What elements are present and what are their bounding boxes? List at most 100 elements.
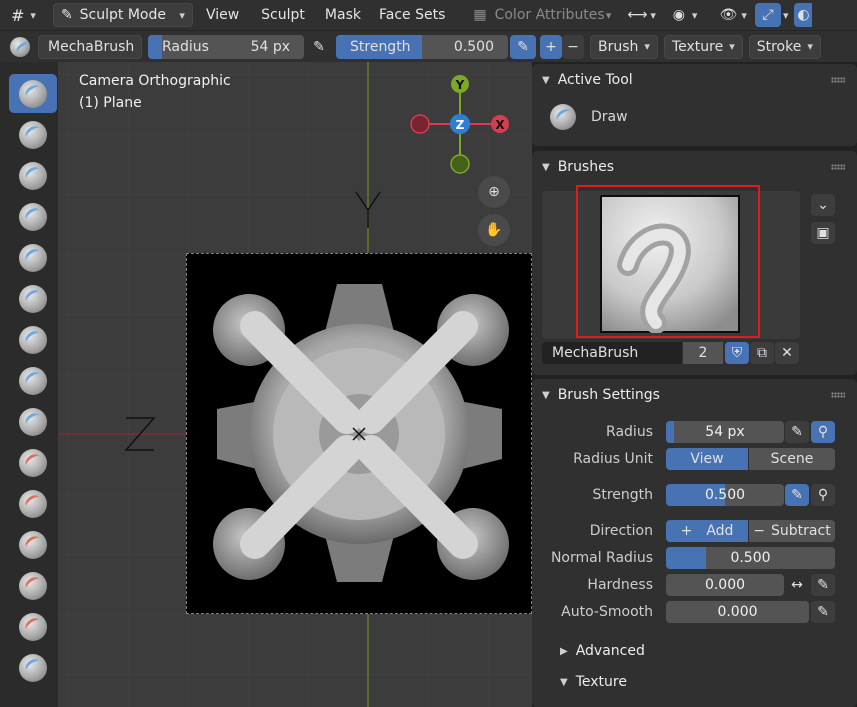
subtract-direction-icon[interactable]: − [562,34,584,59]
brush-preview-area[interactable] [542,185,800,339]
radius-scale-icon[interactable]: ⚲ [811,421,835,443]
tool-layer[interactable] [9,279,57,318]
radius-unit-view[interactable]: View [666,448,748,470]
tool-flatten[interactable] [9,484,57,523]
3d-viewport[interactable]: Camera Orthographic (1) Plane Y X Z ⊕ ✋ … [58,62,532,707]
pen-pressure-icon[interactable]: ✎ [785,421,809,443]
pan-hand-icon[interactable]: ✋ [478,214,510,246]
tool-clay-thumb[interactable] [9,238,57,277]
chevron-down-icon: ▼ [542,74,550,86]
menu-view[interactable]: View [199,3,246,27]
brush-thumbnail[interactable] [10,35,30,59]
duplicate-icon[interactable]: ⧉ [750,342,774,364]
draw-tool-icon [550,104,576,130]
navigation-gizmo[interactable]: Y X Z [400,68,520,188]
radius-unit-scene[interactable]: Scene [749,448,835,470]
chevron-down-icon: ▾ [605,8,612,22]
menu-sculpt[interactable]: Sculpt [254,3,312,27]
tool-multiplane-scrape[interactable] [9,607,57,646]
menu-face-sets[interactable]: Face Sets [372,3,452,27]
editor-type-button[interactable]: # ▾ [4,3,43,27]
tool-clay-strips[interactable] [9,197,57,236]
active-tool-header[interactable]: ▼ Active Tool [532,64,857,96]
pen-pressure-icon[interactable]: ✎ [306,35,332,59]
tool-draw-sharp[interactable] [9,115,57,154]
invert-arrows-icon[interactable]: ↔ [785,574,809,596]
drag-handle-icon[interactable] [831,77,845,83]
color-attributes-select[interactable]: ▦ Color Attributes ▾ [466,3,618,27]
brush-name-field[interactable]: MechaBrush [38,34,142,59]
sculpt-canvas[interactable] [186,253,532,614]
tool-inflate[interactable] [9,320,57,359]
pen-pressure-icon[interactable]: ✎ [811,574,835,596]
tool-smooth[interactable] [9,443,57,482]
sculpt-mesh-render [213,284,509,582]
autosmooth-value: 0.000 [717,604,758,620]
strength-scale-icon[interactable]: ⚲ [811,484,835,506]
mode-select[interactable]: ✎ Sculpt Mode ▾ [52,3,193,27]
visibility-icon[interactable]: 👁 [715,3,741,27]
texture-menu[interactable]: Texture ▾ [663,34,743,59]
tool-blob[interactable] [9,361,57,400]
brush-users-count[interactable]: 2 [683,342,723,364]
brush-settings-header[interactable]: ▼ Brush Settings [532,379,857,411]
brush-name-field[interactable]: MechaBrush [542,342,682,364]
tool-pinch[interactable] [9,648,57,687]
pen-pressure-icon[interactable]: ✎ [510,34,536,59]
chevron-down-icon[interactable]: ⌄ [811,194,835,216]
menu-mask[interactable]: Mask [318,3,368,27]
chevron-down-icon: ▾ [729,40,735,53]
hardness-label: Hardness [587,577,653,593]
tool-fill[interactable] [9,525,57,564]
chevron-down-icon: ▾ [644,40,650,53]
tool-shelf [0,62,58,707]
radius-field[interactable]: 54 px [666,421,784,443]
radius-value: 54 px [705,424,745,440]
clay-strips-tool-icon [19,202,47,231]
gizmo-x-label: X [495,118,505,132]
strength-field[interactable]: 0.500 [666,484,784,506]
autosmooth-label: Auto-Smooth [561,604,653,620]
chevron-down-icon: ▾ [691,8,698,22]
direction-subtract[interactable]: − Subtract [749,520,835,542]
pen-pressure-icon[interactable]: ✎ [811,601,835,623]
texture-subpanel-header[interactable]: ▼ Texture [550,666,627,698]
hardness-row: Hardness 0.000 ↔ ✎ [532,573,857,597]
tool-crease[interactable] [9,402,57,441]
brush-menu[interactable]: Brush ▾ [590,34,658,59]
direction-add[interactable]: + Add [666,520,748,542]
shading-icon[interactable]: ◉ [666,3,692,27]
symmetry-icon[interactable]: ⟷ [624,3,650,27]
strength-slider[interactable]: Strength 0.500 [336,34,508,59]
chevron-down-icon: ▼ [560,676,568,688]
brushes-title: Brushes [557,159,615,175]
stroke-menu[interactable]: Stroke ▾ [748,34,821,59]
view-name: Camera Orthographic [79,73,231,89]
advanced-subpanel-header[interactable]: ▶ Advanced [550,635,645,667]
properties-panel: ▼ Active Tool Draw ▼ Brushes ⌄ ▣ MechaBr… [532,62,857,707]
brushes-header[interactable]: ▼ Brushes [532,151,857,183]
fake-user-shield-icon[interactable]: ⛨ [725,342,749,364]
overlay-icon[interactable]: ◐ [794,3,813,27]
radius-label: Radius [162,38,209,55]
multiplane-scrape-tool-icon [19,612,47,641]
tool-scrape[interactable] [9,566,57,605]
active-tool-item[interactable]: Draw [550,104,628,130]
drag-handle-icon[interactable] [831,392,845,398]
tool-draw[interactable] [9,74,57,113]
color-attributes-icon: ▦ [473,7,487,23]
radius-slider[interactable]: Radius 54 px [148,34,304,59]
hardness-field[interactable]: 0.000 [666,574,784,596]
autosmooth-field[interactable]: 0.000 [666,601,809,623]
inflate-tool-icon [19,325,47,354]
gizmo-toggle-icon[interactable]: ⤢ [754,3,781,27]
image-icon[interactable]: ▣ [811,222,835,244]
normal-radius-field[interactable]: 0.500 [666,547,835,569]
pen-pressure-icon[interactable]: ✎ [785,484,809,506]
add-direction-icon[interactable]: + [540,34,562,59]
texture-menu-label: Texture [671,38,724,55]
zoom-icon[interactable]: ⊕ [478,176,510,208]
tool-clay[interactable] [9,156,57,195]
drag-handle-icon[interactable] [831,164,845,170]
close-icon[interactable]: ✕ [775,342,799,364]
